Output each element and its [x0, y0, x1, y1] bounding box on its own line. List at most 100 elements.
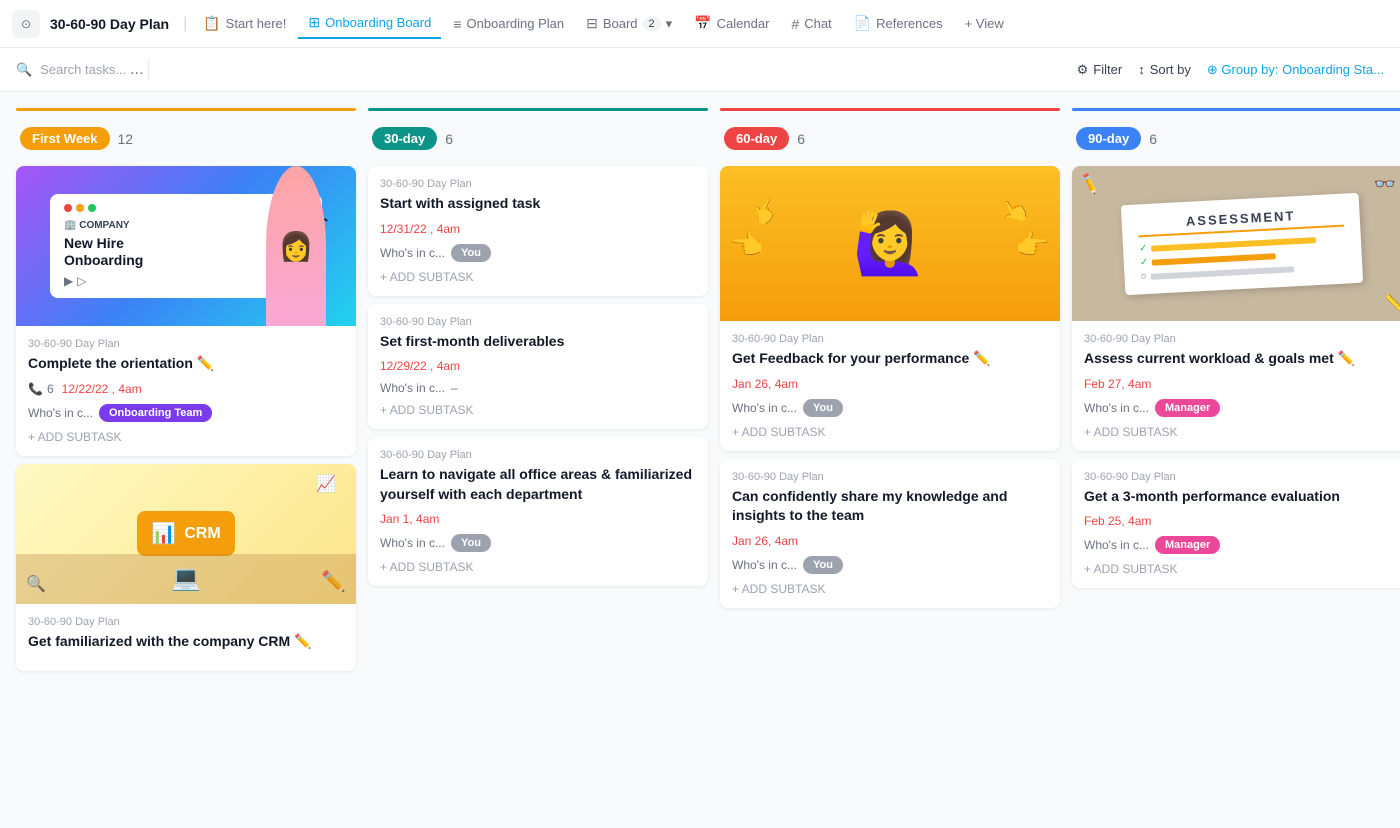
- card-orientation[interactable]: 🏢 COMPANY New HireOnboarding ▶ ▷ ↖ 👩 3: [16, 166, 356, 456]
- assigned-assignee: You: [451, 244, 491, 262]
- ruler-icon: 📏: [1384, 293, 1400, 313]
- deliverables-title: Set first-month deliverables: [380, 332, 696, 352]
- hand-top-right: 👆: [995, 191, 1035, 231]
- board: First Week 12 🏢 COMPANY New HireOnboardi…: [0, 92, 1400, 828]
- more-options-button[interactable]: ...: [126, 57, 147, 83]
- feedback-date: Jan 26, 4am: [732, 377, 1048, 391]
- column-line-first-week: [16, 108, 356, 111]
- share-plan: 30-60-90 Day Plan: [732, 471, 1048, 483]
- dot-yellow: [76, 204, 84, 212]
- orientation-card-image: 🏢 COMPANY New HireOnboarding ▶ ▷ ↖ 👩: [16, 166, 356, 326]
- glasses-icon: 👓: [1374, 174, 1396, 195]
- card-evaluation[interactable]: 30-60-90 Day Plan Get a 3-month performa…: [1072, 459, 1400, 589]
- navigate-plan: 30-60-90 Day Plan: [380, 449, 696, 461]
- toolbar: 🔍 Search tasks... ... ⚙ Filter ↕ Sort by…: [0, 48, 1400, 92]
- assessment-label: ASSESSMENT: [1137, 205, 1344, 237]
- who-label: Who's in c...: [28, 406, 93, 420]
- deliverables-add-subtask[interactable]: + ADD SUBTASK: [380, 403, 696, 417]
- dot-red: [64, 204, 72, 212]
- company-logo: 🏢 COMPANY: [64, 220, 130, 231]
- search-box[interactable]: 🔍 Search tasks...: [16, 62, 126, 78]
- orientation-add-subtask[interactable]: + ADD SUBTASK: [28, 430, 344, 444]
- group-by-button[interactable]: ⊕ Group by: Onboarding Sta...: [1207, 62, 1384, 78]
- feedback-visual: 🙋‍♀️ 👉 👉 👆 👆: [720, 166, 1060, 321]
- 60-day-badge: 60-day: [724, 127, 789, 150]
- evaluation-plan: 30-60-90 Day Plan: [1084, 471, 1400, 483]
- assess-add-subtask[interactable]: + ADD SUBTASK: [1084, 425, 1400, 439]
- orientation-meta: Who's in c... Onboarding Team: [28, 404, 344, 422]
- hand-left: 👉: [730, 228, 765, 261]
- orientation-date: 📞 6 12/22/22 , 4am: [28, 382, 344, 396]
- assigned-card-body: 30-60-90 Day Plan Start with assigned ta…: [368, 166, 708, 296]
- header: ⊙ 30-60-90 Day Plan | 📋 Start here! ⊞ On…: [0, 0, 1400, 48]
- references-icon: 📄: [854, 15, 871, 32]
- nav-chat[interactable]: # Chat: [781, 10, 841, 38]
- 60-day-count: 6: [797, 131, 805, 147]
- column-line-90-day: [1072, 108, 1400, 111]
- share-add-subtask[interactable]: + ADD SUBTASK: [732, 582, 1048, 596]
- toolbar-right: ⚙ Filter ↕ Sort by ⊕ Group by: Onboardin…: [1077, 62, 1384, 78]
- assess-meta: Who's in c... Manager: [1084, 399, 1400, 417]
- orientation-plan: 30-60-90 Day Plan: [28, 338, 344, 350]
- board-icon: ⊞: [308, 14, 320, 31]
- assigned-meta: Who's in c... You: [380, 244, 696, 262]
- hands-laptop: 💻: [16, 554, 356, 604]
- assigned-date: 12/31/22 , 4am: [380, 222, 696, 236]
- assessment-lines: ✓ ✓ ○: [1139, 232, 1347, 282]
- calendar-icon: 📅: [694, 15, 711, 32]
- card-assigned-task[interactable]: 30-60-90 Day Plan Start with assigned ta…: [368, 166, 708, 296]
- assess-assignee: Manager: [1155, 399, 1220, 417]
- evaluation-card-body: 30-60-90 Day Plan Get a 3-month performa…: [1072, 459, 1400, 589]
- assess-title: Assess current workload & goals met ✏️: [1084, 349, 1400, 369]
- search-icon: 🔍: [16, 62, 32, 78]
- card-assess[interactable]: ASSESSMENT ✓ ✓ ○ 👓 ✏️ 📏 30-60-90 Day Pla…: [1072, 166, 1400, 451]
- assigned-add-subtask[interactable]: + ADD SUBTASK: [380, 270, 696, 284]
- share-title: Can confidently share my knowledge and i…: [732, 487, 1048, 526]
- nav-onboarding-plan[interactable]: ≡ Onboarding Plan: [443, 10, 574, 38]
- evaluation-title: Get a 3-month performance evaluation: [1084, 487, 1400, 507]
- navigate-add-subtask[interactable]: + ADD SUBTASK: [380, 560, 696, 574]
- evaluation-assignee: Manager: [1155, 536, 1220, 554]
- column-line-30-day: [368, 108, 708, 111]
- assessment-paper: ASSESSMENT ✓ ✓ ○: [1121, 192, 1363, 294]
- card-crm[interactable]: 📊 CRM ✏️ 🔍 📈 💻 30-60-90 Day Plan Get fam…: [16, 464, 356, 672]
- deliverables-assignee: –: [451, 381, 458, 395]
- separator: [148, 60, 149, 80]
- column-header-first-week: First Week 12: [16, 119, 356, 158]
- play-icon: ▶: [64, 274, 73, 288]
- who-label-2: Who's in c...: [380, 246, 445, 260]
- dot-green: [88, 204, 96, 212]
- nav-onboarding-board[interactable]: ⊞ Onboarding Board: [298, 8, 441, 39]
- card-navigate[interactable]: 30-60-90 Day Plan Learn to navigate all …: [368, 437, 708, 586]
- column-line-60-day: [720, 108, 1060, 111]
- deliverables-plan: 30-60-90 Day Plan: [380, 316, 696, 328]
- board-badge: 2: [643, 17, 661, 31]
- 90-day-badge: 90-day: [1076, 127, 1141, 150]
- start-icon: 📋: [203, 15, 220, 32]
- card-feedback[interactable]: 🙋‍♀️ 👉 👉 👆 👆 30-60-90 Day Plan Get Feedb…: [720, 166, 1060, 451]
- header-nav: 📋 Start here! ⊞ Onboarding Board ≡ Onboa…: [193, 8, 1014, 39]
- who-label-8: Who's in c...: [1084, 538, 1149, 552]
- add-view-button[interactable]: + View: [955, 10, 1014, 37]
- feedback-meta: Who's in c... You: [732, 399, 1048, 417]
- nav-calendar[interactable]: 📅 Calendar: [684, 9, 779, 38]
- feedback-plan: 30-60-90 Day Plan: [732, 333, 1048, 345]
- evaluation-meta: Who's in c... Manager: [1084, 536, 1400, 554]
- navigate-date: Jan 1, 4am: [380, 512, 696, 526]
- 90-day-count: 6: [1149, 131, 1157, 147]
- filter-button[interactable]: ⚙ Filter: [1077, 62, 1123, 78]
- feedback-add-subtask[interactable]: + ADD SUBTASK: [732, 425, 1048, 439]
- card-deliverables[interactable]: 30-60-90 Day Plan Set first-month delive…: [368, 304, 708, 430]
- evaluation-add-subtask[interactable]: + ADD SUBTASK: [1084, 562, 1400, 576]
- navigate-card-body: 30-60-90 Day Plan Learn to navigate all …: [368, 437, 708, 586]
- card-share[interactable]: 30-60-90 Day Plan Can confidently share …: [720, 459, 1060, 608]
- sort-button[interactable]: ↕ Sort by: [1138, 62, 1191, 77]
- crm-title: Get familiarized with the company CRM ✏️: [28, 632, 344, 652]
- orientation-card-body: 30-60-90 Day Plan Complete the orientati…: [16, 326, 356, 456]
- nav-board[interactable]: ⊟ Board 2 ▾: [576, 9, 682, 38]
- nav-references[interactable]: 📄 References: [844, 9, 953, 38]
- deliverables-card-body: 30-60-90 Day Plan Set first-month delive…: [368, 304, 708, 430]
- column-header-90-day: 90-day 6: [1072, 119, 1400, 158]
- nav-start-here[interactable]: 📋 Start here!: [193, 9, 296, 38]
- column-30-day: 30-day 6 30-60-90 Day Plan Start with as…: [368, 108, 708, 812]
